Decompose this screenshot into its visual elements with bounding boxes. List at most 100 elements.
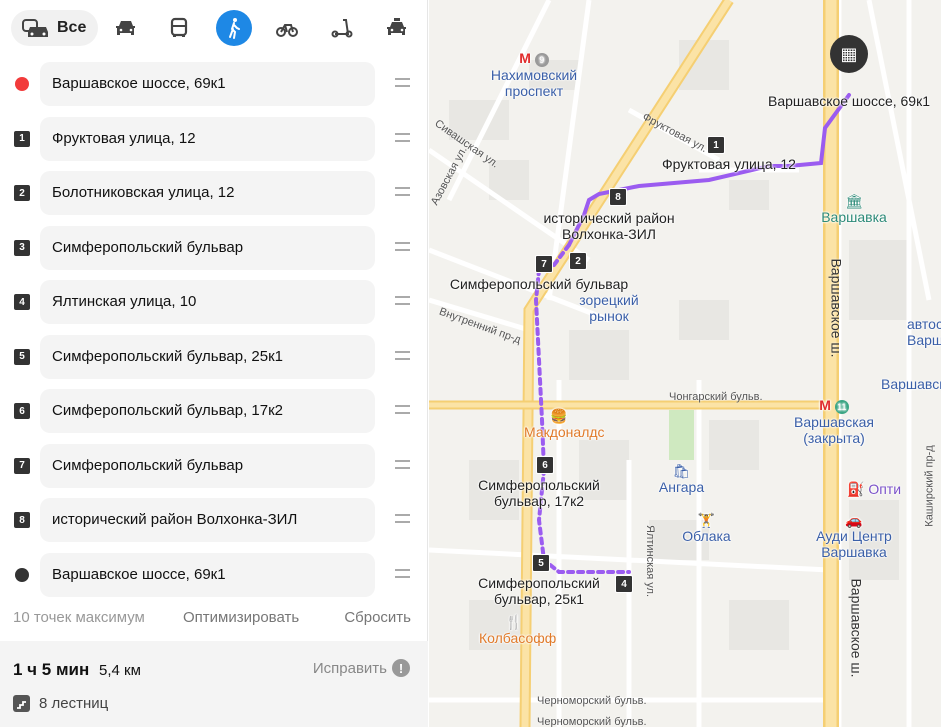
street-label: Варшавское ш. (828, 258, 845, 358)
mode-scooter-button[interactable] (324, 10, 360, 46)
waypoint-input[interactable]: Ялтинская улица, 10 (40, 280, 375, 324)
route-pin-label: Симферопольский бульвар, 25к1 (478, 575, 600, 607)
poi-label: Ауди Центр Варшавка (816, 528, 892, 560)
scooter-icon (331, 19, 353, 38)
route-pin-label: исторический район Волхонка-ЗИЛ (543, 210, 675, 242)
street-label: Чонгарский бульв. (669, 391, 763, 403)
optimize-button[interactable]: Оптимизировать (183, 609, 299, 626)
route-pin-label: Симферопольский бульвар, 17к2 (478, 477, 600, 509)
end-point-icon (15, 567, 29, 582)
poi-mcdonalds[interactable]: 🍔 Макдоналдс (524, 408, 605, 440)
transport-modes: Все (11, 9, 413, 47)
fix-route-label: Исправить (312, 659, 387, 677)
waypoint-row: 5 Симферопольский бульвар, 25к1 (0, 334, 428, 379)
street-label: Ялтинская ул. (644, 524, 657, 598)
poi-station[interactable]: Варшавская (881, 376, 941, 392)
waypoint-number-badge: 6 (14, 403, 30, 419)
waypoint-number-badge: 2 (14, 185, 30, 201)
metro-icon: M (519, 50, 531, 66)
route-duration: 1 ч 5 мин (13, 660, 90, 679)
waypoint-input[interactable]: Варшавское шоссе, 69к1 (40, 552, 375, 597)
poi-oblaka[interactable]: 🏋 Облака (679, 512, 734, 544)
poi-opti[interactable]: ⛽ Опти (847, 481, 901, 497)
mode-taxi-button[interactable] (379, 10, 415, 46)
waypoint-input[interactable]: Симферопольский бульвар (40, 443, 375, 488)
route-pin-5[interactable]: 5 (532, 554, 550, 572)
drag-handle-icon[interactable] (395, 568, 410, 581)
waypoint-input[interactable]: Симферопольский бульвар (40, 225, 375, 270)
route-pin-7[interactable]: 7 (535, 255, 553, 273)
waypoint-input[interactable]: Симферопольский бульвар, 17к2 (40, 389, 375, 433)
bicycle-icon (276, 24, 298, 37)
waypoint-input[interactable]: Болотниковская улица, 12 (40, 171, 375, 215)
waypoint-row: 7 Симферопольский бульвар (0, 443, 428, 488)
route-pin-2[interactable]: 2 (569, 252, 587, 270)
metro-name: Нахимовский проспект (490, 67, 578, 99)
destination-label: Варшавское шоссе, 69к1 (767, 93, 931, 109)
drag-handle-icon[interactable] (395, 132, 410, 145)
stairs-icon (13, 695, 30, 712)
route-pin-1[interactable]: 1 (707, 136, 725, 154)
destination-pin[interactable]: ▦ (830, 35, 868, 73)
street-label: Варшавское ш. (848, 578, 865, 678)
mode-all-label: Все (57, 19, 87, 36)
metro-icon: M (819, 397, 831, 413)
building-icon: ▦ (840, 43, 858, 64)
drag-handle-icon[interactable] (395, 187, 410, 199)
route-pin-label: Симферопольский бульвар (449, 276, 629, 292)
waypoint-number-badge: 4 (14, 294, 30, 310)
poi-kolbasoff[interactable]: 🍴 Колбасофф (479, 614, 556, 646)
stairs-count: 8 лестниц (39, 695, 109, 712)
poi-bus-station[interactable]: автос Варш (907, 316, 941, 348)
street-label: Каширский пр-д (923, 445, 936, 527)
metro-line-badge: 9 (534, 53, 549, 67)
waypoint-input[interactable]: Фруктовая улица, 12 (40, 116, 375, 161)
metro-line-badge: 11 (834, 400, 849, 414)
mode-pedestrian-button[interactable] (216, 10, 252, 46)
waypoint-input[interactable]: Симферопольский бульвар, 25к1 (40, 334, 375, 379)
poi-label: Опти (868, 481, 902, 497)
route-pin-4[interactable]: 4 (615, 575, 633, 593)
waypoint-number-badge: 5 (14, 348, 30, 365)
pedestrian-icon (229, 18, 240, 39)
fix-route-button[interactable]: Исправить ! (313, 659, 410, 677)
drag-handle-icon[interactable] (395, 241, 410, 254)
mode-bicycle-button[interactable] (269, 10, 305, 46)
drag-handle-icon[interactable] (395, 296, 410, 308)
route-pin-8[interactable]: 8 (609, 188, 627, 206)
drag-handle-icon[interactable] (395, 459, 410, 472)
poi-label: Макдоналдс (524, 424, 605, 440)
mode-transit-button[interactable] (161, 10, 197, 46)
park (669, 410, 694, 460)
all-transport-icon (22, 19, 48, 37)
route-actions: 10 точек максимум Оптимизировать Сбросит… (13, 606, 411, 630)
waypoint-number-badge: 1 (14, 130, 30, 147)
waypoint-input[interactable]: исторический район Волхонка-ЗИЛ (40, 498, 375, 542)
route-summary[interactable]: 1 ч 5 мин 5,4 км Исправить ! 8 лестниц (0, 641, 428, 727)
waypoint-row: 3 Симферопольский бульвар (0, 225, 428, 270)
metro-station[interactable]: M 11 Варшавская (закрыта) (789, 397, 879, 446)
drag-handle-icon[interactable] (395, 350, 410, 363)
waypoint-row: 4 Ялтинская улица, 10 (0, 280, 428, 324)
route-pin-6[interactable]: 6 (536, 456, 554, 474)
route-distance: 5,4 км (99, 662, 141, 679)
waypoint-input[interactable]: Варшавское шоссе, 69к1 (40, 62, 375, 106)
drag-handle-icon[interactable] (395, 78, 410, 90)
waypoint-row: 8 исторический район Волхонка-ЗИЛ (0, 498, 428, 542)
warning-icon: ! (392, 659, 410, 677)
mode-all-button[interactable]: Все (11, 10, 99, 46)
reset-button[interactable]: Сбросить (344, 609, 411, 626)
map[interactable]: Сивашская ул. Азовская ул. Фруктовая ул.… (429, 0, 941, 727)
poi-varshavka[interactable]: 🏛 Варшавка (819, 193, 889, 225)
poi-market[interactable]: зорецкий рынок (579, 292, 639, 324)
waypoint-row: Варшавское шоссе, 69к1 (0, 552, 428, 597)
poi-angara[interactable]: 🛍 Ангара (654, 463, 709, 495)
waypoint-row: 6 Симферопольский бульвар, 17к2 (0, 389, 428, 433)
poi-audi[interactable]: 🚗 Ауди Центр Варшавка (814, 512, 894, 560)
drag-handle-icon[interactable] (395, 514, 410, 526)
waypoint-number-badge: 8 (14, 512, 30, 528)
metro-station[interactable]: M 9 Нахимовский проспект (479, 50, 589, 99)
poi-label: зорецкий рынок (579, 292, 639, 324)
drag-handle-icon[interactable] (395, 405, 410, 417)
mode-car-button[interactable] (108, 10, 144, 46)
